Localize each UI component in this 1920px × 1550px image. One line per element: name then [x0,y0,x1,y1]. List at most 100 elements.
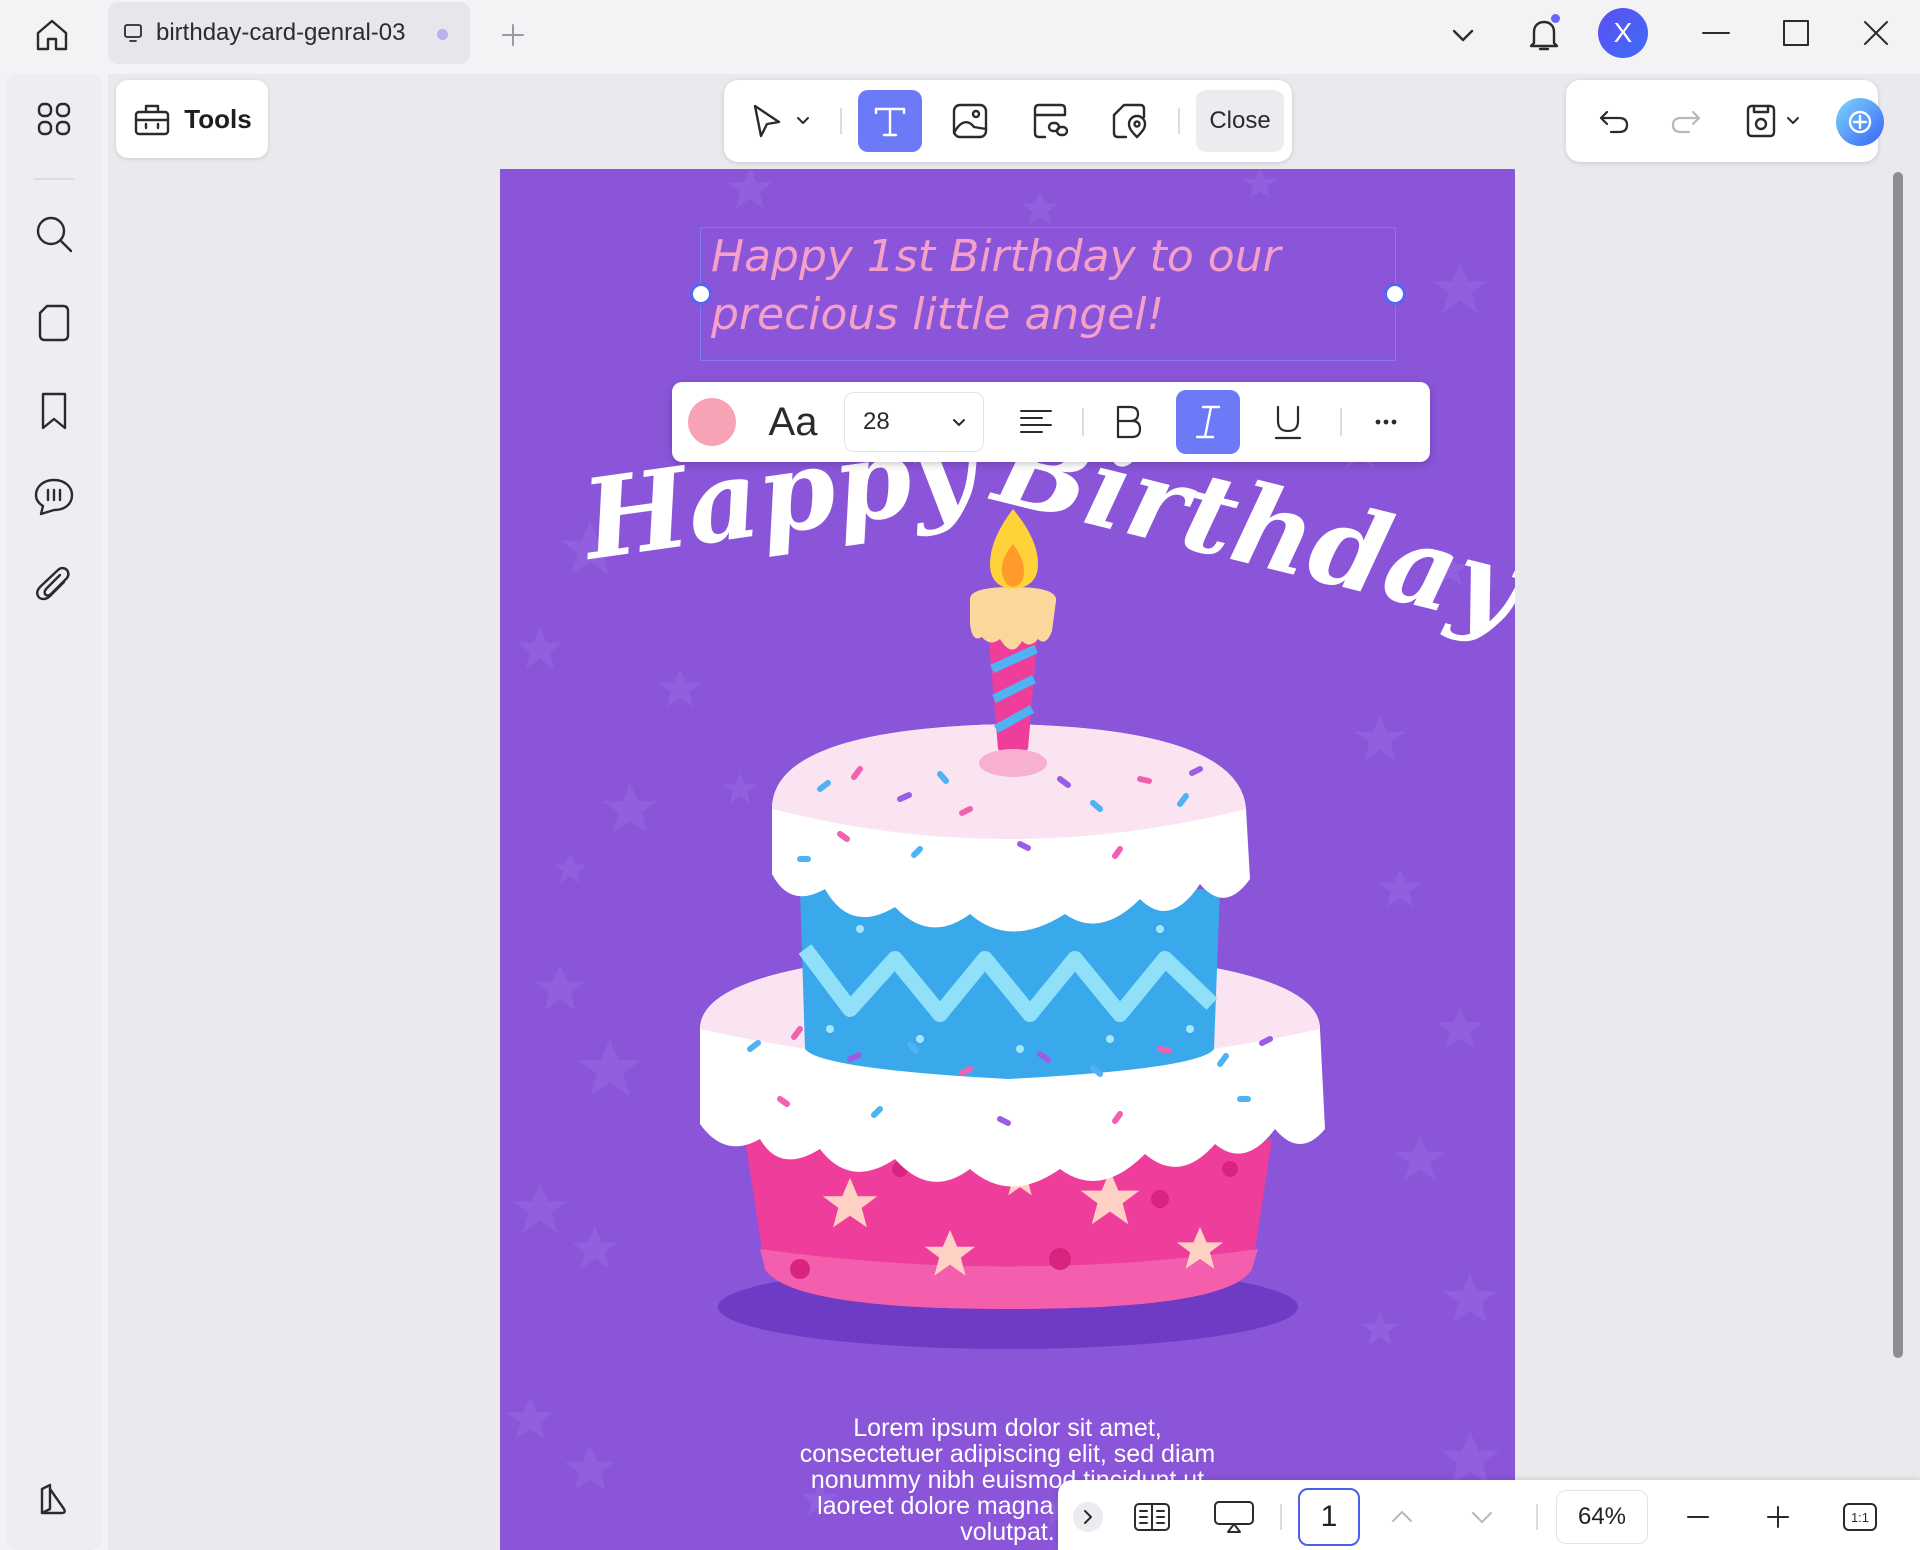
document-tab-icon [124,24,142,42]
layers-icon [40,1483,66,1515]
text-tool-icon [874,107,906,137]
sidebar-item-comments[interactable] [20,466,88,528]
sidebar-divider [34,178,74,180]
vertical-scrollbar[interactable] [1893,172,1903,1358]
zoom-in-button[interactable] [1750,1492,1806,1542]
link-tool-button[interactable] [1018,90,1082,152]
save-icon [1746,104,1776,138]
birthday-card-artwork: Happy Birthday [506,169,1515,1526]
bold-button[interactable] [1096,390,1160,454]
plus-icon [502,24,524,46]
presentation-button[interactable] [1206,1492,1262,1542]
selected-text-box[interactable]: Happy 1st Birthday to our precious littl… [690,227,1406,361]
maximize-icon [1783,20,1809,46]
zoom-out-button[interactable] [1670,1492,1726,1542]
minimize-icon [1702,32,1730,34]
text-format-toolbar: Aa 28 [672,382,1430,462]
redo-button[interactable] [1658,92,1714,150]
underline-button[interactable] [1256,390,1320,454]
sidebar-item-bookmarks[interactable] [20,380,88,442]
underline-icon [1274,405,1302,440]
stamp-tool-button[interactable] [1098,90,1162,152]
tabs-dropdown-button[interactable] [1440,12,1486,58]
minimize-button[interactable] [1690,10,1742,56]
font-size-select[interactable]: 28 [844,392,984,452]
body-line: Lorem ipsum dolor sit amet, [853,1414,1162,1442]
plus-icon [1767,1506,1789,1528]
paperclip-icon [36,566,70,601]
maximize-button[interactable] [1770,10,1822,56]
undo-button[interactable] [1586,92,1642,150]
location-icon [1112,103,1147,139]
text-box-line-1: Happy 1st Birthday to our [711,231,1281,282]
chevron-down-icon [1472,1512,1492,1523]
notification-badge [1551,14,1560,23]
home-icon [36,19,68,51]
unsaved-indicator [437,29,448,40]
page-layout-button[interactable] [1124,1492,1180,1542]
zoom-level-field[interactable]: 64% [1556,1490,1648,1544]
font-label: Aa [768,399,818,444]
align-button[interactable] [1004,390,1068,454]
toolbar-divider [1536,1504,1538,1530]
italic-button[interactable] [1176,390,1240,454]
search-icon [36,216,73,253]
right-toolbar [1566,80,1884,162]
select-tool-button[interactable] [738,90,822,152]
edit-toolbar: Close [724,80,1292,162]
new-tab-button[interactable] [490,12,536,58]
toolbar-divider [1178,108,1180,134]
sidebar-item-layers[interactable] [20,1468,88,1530]
actual-size-button[interactable]: 1:1 [1832,1492,1888,1542]
actual-size-label: 1:1 [1851,1510,1869,1525]
title-bar: birthday-card-genral-03 X [0,0,1920,70]
toolbar-divider [1082,408,1084,436]
expand-bar-button[interactable] [1068,1492,1108,1542]
document-tab[interactable]: birthday-card-genral-03 [108,2,470,64]
minus-icon [1687,1516,1709,1518]
notifications-button[interactable] [1520,8,1568,60]
more-options-button[interactable] [1354,390,1418,454]
text-box-line-2: precious little angel! [711,289,1165,340]
chevron-down-icon [1787,117,1799,124]
grid-icon [37,102,71,136]
page-icon [38,304,70,342]
toolbox-icon [135,104,170,136]
actual-size-icon: 1:1 [1843,1503,1877,1531]
toolbar-divider [1280,1504,1282,1530]
tools-button[interactable]: Tools [116,80,268,158]
text-tool-button[interactable] [858,90,922,152]
next-page-button[interactable] [1454,1492,1510,1542]
resize-handle-left[interactable] [690,283,712,305]
sidebar-item-search[interactable] [20,203,88,265]
chevron-up-icon [1392,1511,1412,1522]
book-layout-icon [1134,1503,1170,1531]
save-button[interactable] [1732,92,1812,150]
page-navigation-bar: 1 64% 1:1 [1058,1480,1920,1550]
close-window-button[interactable] [1850,10,1902,56]
birthday-cake-illustration [700,509,1325,1349]
resize-handle-right[interactable] [1384,283,1406,305]
sidebar-item-thumbnails[interactable] [20,88,88,150]
previous-page-button[interactable] [1374,1492,1430,1542]
close-edit-button[interactable]: Close [1196,90,1284,152]
sidebar-item-attachments[interactable] [20,554,88,616]
font-family-button[interactable]: Aa [752,390,834,454]
ai-assistant-button[interactable] [1836,98,1884,146]
bold-icon [1116,405,1142,439]
close-icon [1864,21,1888,45]
presentation-icon [1214,1501,1254,1533]
user-avatar[interactable]: X [1598,8,1648,58]
left-sidebar [6,74,102,1550]
home-button[interactable] [20,10,84,60]
toolbar-divider [1340,408,1342,436]
body-line: consectetuer adipiscing elit, sed diam [799,1440,1216,1468]
image-tool-button[interactable] [938,90,1002,152]
color-swatch [688,398,736,446]
comment-icon [34,478,74,516]
font-size-value: 28 [863,408,890,435]
page-number-input[interactable]: 1 [1298,1488,1360,1546]
sidebar-item-pages[interactable] [20,292,88,354]
text-color-button[interactable] [680,390,744,454]
redo-icon [1671,110,1701,134]
